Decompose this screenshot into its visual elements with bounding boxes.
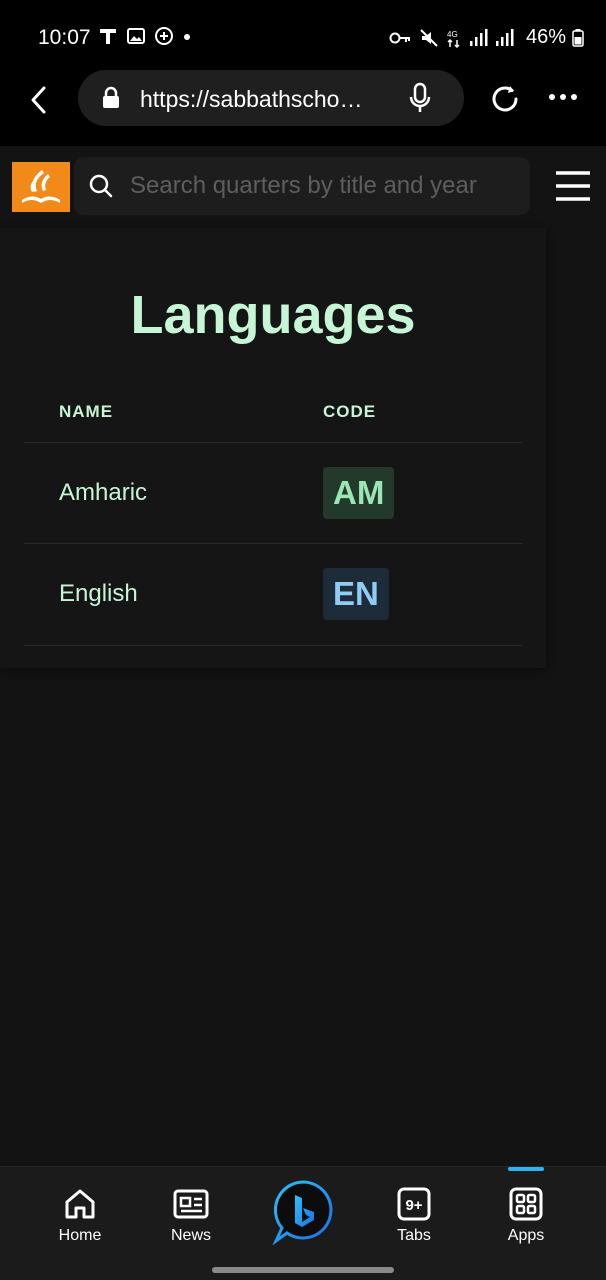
tabs-icon: 9+ xyxy=(397,1187,431,1221)
address-bar[interactable]: https://sabbathscho… xyxy=(78,70,464,126)
back-icon[interactable] xyxy=(26,84,54,116)
adventist-logo-icon xyxy=(22,170,60,203)
table-divider xyxy=(24,645,522,646)
site-logo[interactable] xyxy=(12,162,70,212)
apps-icon xyxy=(509,1187,543,1221)
battery-icon xyxy=(572,28,584,47)
chat-plus-icon xyxy=(155,27,173,45)
hamburger-menu-icon[interactable] xyxy=(554,170,592,202)
search-box[interactable] xyxy=(74,157,530,215)
home-icon xyxy=(65,1189,95,1219)
active-tab-indicator xyxy=(508,1167,544,1171)
languages-card: Languages NAME CODE Amharic AM English E… xyxy=(0,228,546,668)
status-notification-icons xyxy=(98,26,192,46)
tabs-count: 9+ xyxy=(405,1197,422,1214)
nav-home-label: Home xyxy=(58,1227,102,1244)
status-time: 10:07 xyxy=(38,26,91,49)
nav-tabs-label: Tabs xyxy=(397,1227,431,1244)
column-header-name: NAME xyxy=(59,402,114,421)
more-options-icon[interactable] xyxy=(548,92,578,102)
news-icon xyxy=(173,1189,209,1219)
language-name[interactable]: Amharic xyxy=(59,479,147,507)
nav-apps-label: Apps xyxy=(507,1227,545,1244)
table-row[interactable]: English EN xyxy=(24,543,522,644)
bing-chat-icon[interactable] xyxy=(272,1179,334,1245)
search-icon xyxy=(89,174,113,198)
image-icon xyxy=(127,28,145,44)
site-header xyxy=(0,146,606,226)
gesture-handle[interactable] xyxy=(212,1267,394,1273)
nav-news-label: News xyxy=(170,1227,211,1244)
data-icon: 4G xyxy=(447,30,460,48)
column-header-code: CODE xyxy=(323,402,377,421)
table-row[interactable]: Amharic AM xyxy=(24,442,522,543)
signal-icon xyxy=(495,28,514,46)
url-text: https://sabbathscho… xyxy=(140,86,363,112)
search-input[interactable] xyxy=(130,157,520,215)
t-icon xyxy=(100,29,116,44)
nav-news[interactable]: News xyxy=(146,1187,236,1245)
network-type: 4G xyxy=(447,30,458,39)
nav-apps[interactable]: Apps xyxy=(481,1187,571,1245)
mute-icon xyxy=(420,28,438,47)
browser-toolbar: https://sabbathscho… xyxy=(0,56,606,146)
status-system-icons: 4G 46% xyxy=(388,26,584,49)
signal-icon xyxy=(469,28,488,46)
reload-icon[interactable] xyxy=(488,82,522,116)
key-icon xyxy=(389,32,410,43)
bottom-navigation: Home News 9+ Tabs Apps xyxy=(0,1166,606,1280)
battery-percent: 46% xyxy=(525,26,566,48)
microphone-icon[interactable] xyxy=(408,82,432,114)
lock-icon xyxy=(103,86,119,108)
dot-icon xyxy=(184,34,190,40)
language-name[interactable]: English xyxy=(59,580,138,608)
language-code-badge: AM xyxy=(323,467,395,519)
page-title: Languages xyxy=(130,285,416,345)
nav-tabs[interactable]: 9+ Tabs xyxy=(369,1187,459,1245)
nav-home[interactable]: Home xyxy=(35,1187,125,1245)
language-code-badge: EN xyxy=(323,568,389,620)
